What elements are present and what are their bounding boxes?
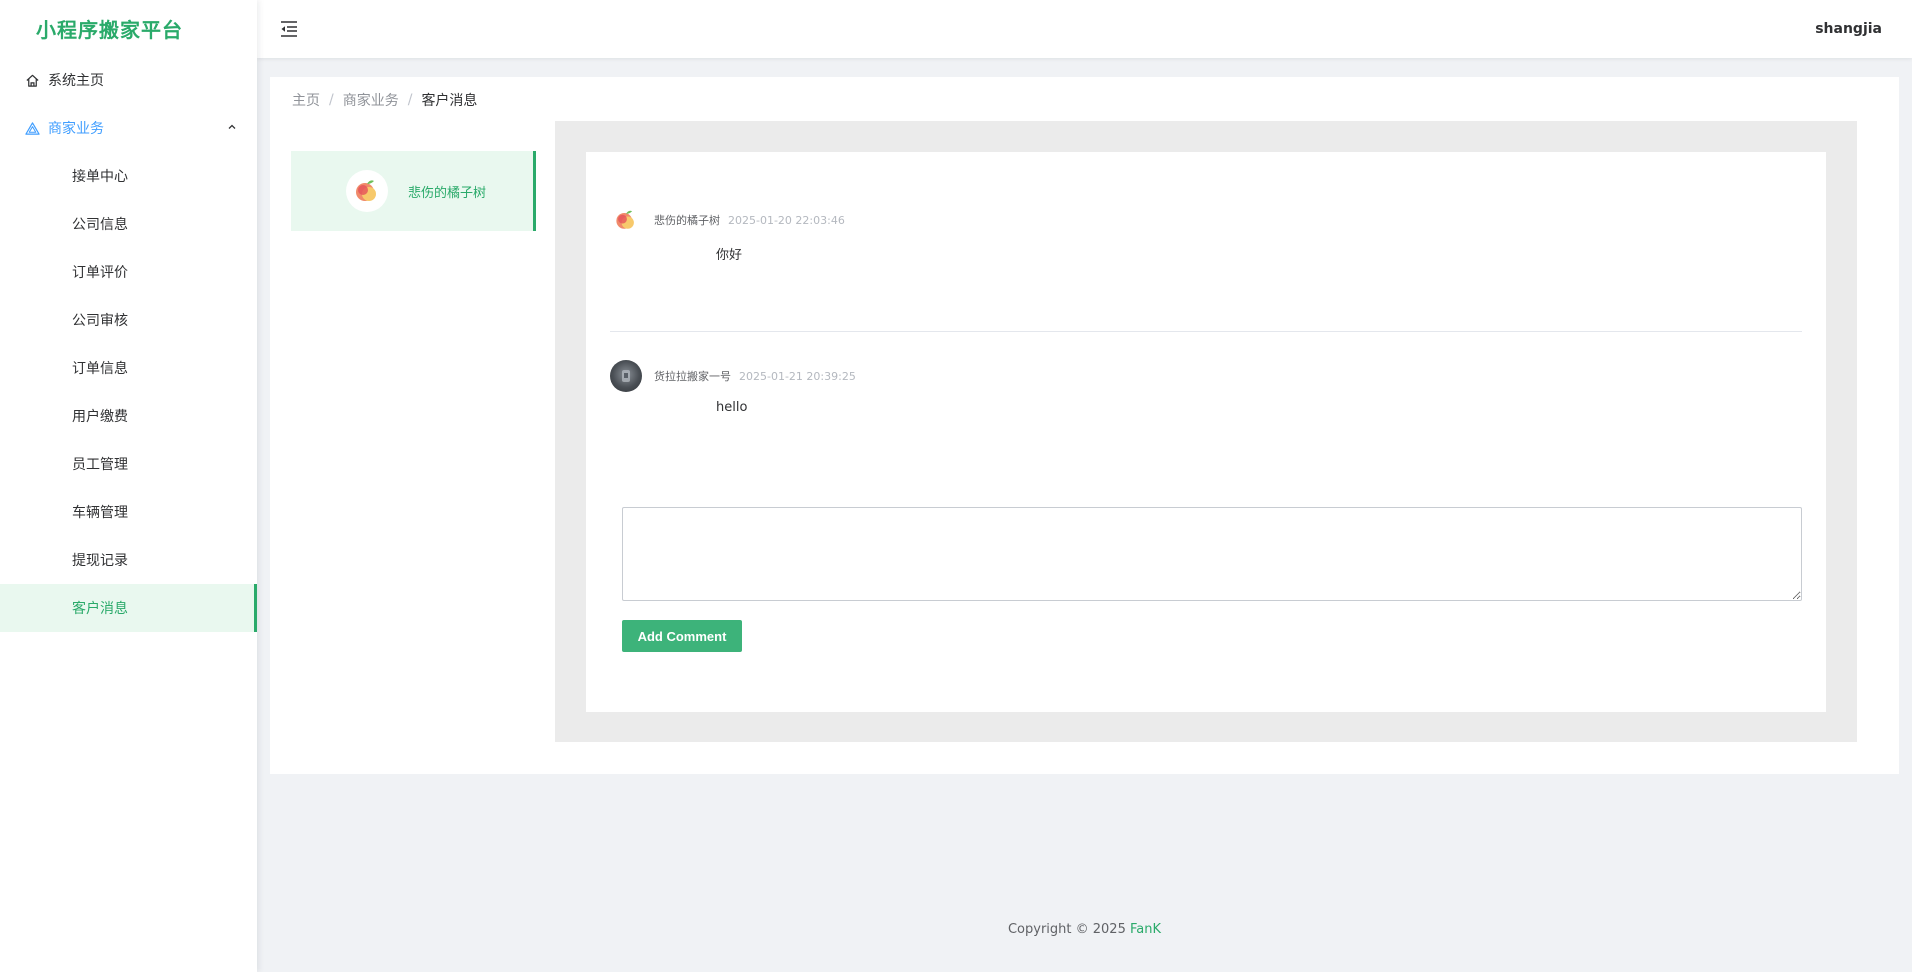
sidebar-item-user-payment[interactable]: 用户缴费 <box>0 392 257 440</box>
message-time: 2025-01-20 22:03:46 <box>728 213 845 227</box>
contact-list: 悲伤的橘子树 <box>291 151 536 231</box>
sidebar-item-staff[interactable]: 员工管理 <box>0 440 257 488</box>
sidebar-item-company-info[interactable]: 公司信息 <box>0 200 257 248</box>
sidebar-item-vehicles[interactable]: 车辆管理 <box>0 488 257 536</box>
message-divider <box>610 331 1802 332</box>
message-time: 2025-01-21 20:39:25 <box>739 369 856 383</box>
message-user: 悲伤的橘子树 <box>654 214 720 227</box>
sidebar-group-merchant[interactable]: 商家业务 <box>0 104 257 152</box>
sidebar-item-order-review[interactable]: 订单评价 <box>0 248 257 296</box>
message-item: 货拉拉搬家一号 2025-01-21 20:39:25 hello <box>610 360 1802 415</box>
home-icon <box>24 72 40 88</box>
top-header: shangjia <box>257 0 1912 58</box>
triangle-icon <box>24 120 40 136</box>
sidebar-item-home[interactable]: 系统主页 <box>0 56 257 104</box>
chevron-up-icon[interactable] <box>227 120 237 136</box>
comment-input[interactable] <box>622 507 1802 601</box>
sidebar-item-label: 系统主页 <box>48 73 104 89</box>
copyright-text: Copyright © 2025 <box>1007 922 1126 937</box>
breadcrumb-separator: / <box>407 92 413 108</box>
footer-brand[interactable]: FanK <box>1130 922 1161 937</box>
sidebar-item-order-center[interactable]: 接单中心 <box>0 152 257 200</box>
chat-container: 悲伤的橘子树 2025-01-20 22:03:46 你好 货拉拉搬家一号 20… <box>555 121 1857 742</box>
sidebar-item-withdrawals[interactable]: 提现记录 <box>0 536 257 584</box>
message-item: 悲伤的橘子树 2025-01-20 22:03:46 你好 <box>610 204 1802 263</box>
message-user: 货拉拉搬家一号 <box>654 370 731 383</box>
photo-avatar-icon <box>610 360 642 392</box>
message-text: hello <box>716 400 748 415</box>
contact-item[interactable]: 悲伤的橘子树 <box>291 151 536 231</box>
menu-fold-icon[interactable] <box>278 18 300 40</box>
breadcrumb-separator: / <box>329 92 334 108</box>
breadcrumb-section[interactable]: 商家业务 <box>343 90 399 110</box>
main-panel: 主页 / 商家业务 / 客户消息 悲伤的橘子树 悲伤的橘子树 2025-01-2… <box>270 77 1899 774</box>
breadcrumb-home[interactable]: 主页 <box>292 90 320 110</box>
sidebar: 小程序搬家平台 系统主页 商家业务 接单中心 公司信息 订单评价 公司审核 订单… <box>0 0 257 972</box>
sidebar-item-customer-messages[interactable]: 客户消息 <box>0 584 257 632</box>
footer: Copyright © 2025 FanK <box>257 922 1912 937</box>
add-comment-button[interactable]: Add Comment <box>622 620 742 652</box>
sidebar-item-company-audit[interactable]: 公司审核 <box>0 296 257 344</box>
breadcrumb: 主页 / 商家业务 / 客户消息 <box>292 90 477 110</box>
sidebar-group-label: 商家业务 <box>48 121 104 137</box>
app-title: 小程序搬家平台 <box>36 17 183 42</box>
sidebar-item-order-info[interactable]: 订单信息 <box>0 344 257 392</box>
breadcrumb-current: 客户消息 <box>421 93 478 109</box>
username[interactable]: shangjia <box>1815 21 1882 37</box>
peach-avatar-icon <box>610 204 642 236</box>
chat-panel: 悲伤的橘子树 2025-01-20 22:03:46 你好 货拉拉搬家一号 20… <box>586 152 1826 712</box>
peach-avatar-icon <box>346 170 388 212</box>
contact-name: 悲伤的橘子树 <box>408 185 487 201</box>
message-text: 你好 <box>716 248 743 263</box>
